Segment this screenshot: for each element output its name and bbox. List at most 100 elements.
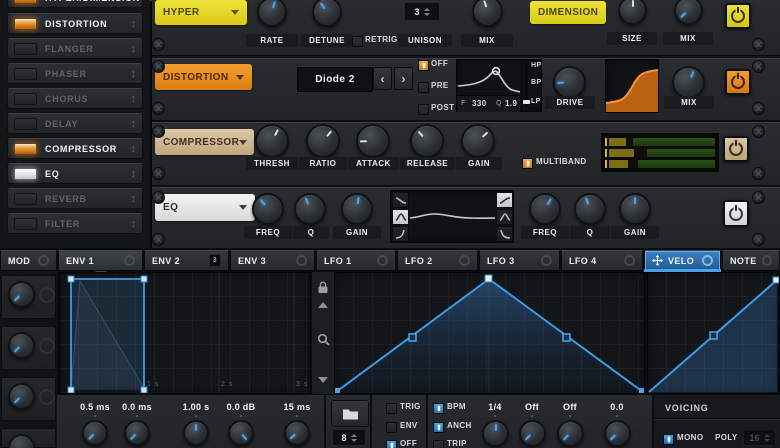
lfo1-shape[interactable] bbox=[335, 273, 644, 393]
drag-handle-icon[interactable]: ↕ bbox=[131, 68, 137, 80]
env-attack-knob[interactable] bbox=[82, 420, 108, 446]
lfo-off-checkbox[interactable] bbox=[386, 440, 397, 448]
drag-handle-icon[interactable]: ↕ bbox=[131, 143, 137, 155]
eq-q-knob-1[interactable] bbox=[294, 193, 326, 225]
mod-amount-knob[interactable] bbox=[8, 383, 35, 410]
lfo-trig-checkbox[interactable] bbox=[386, 403, 397, 414]
filter-lp-label[interactable]: LP bbox=[531, 98, 541, 105]
mod-amount-knob[interactable] bbox=[8, 434, 35, 448]
compressor-attack-knob[interactable] bbox=[356, 124, 390, 158]
eq-band1-peak-button[interactable] bbox=[392, 209, 409, 225]
mod-amount-knob[interactable] bbox=[8, 281, 35, 308]
velo-display[interactable] bbox=[647, 272, 780, 394]
tab-lfo1[interactable]: LFO 1 bbox=[316, 250, 396, 271]
compressor-ratio-knob[interactable] bbox=[306, 124, 340, 158]
mod-slot[interactable] bbox=[1, 275, 56, 319]
tab-lfo4[interactable]: LFO 4 bbox=[561, 250, 643, 271]
distortion-filter-pre-checkbox[interactable] bbox=[418, 82, 429, 93]
voicing-mono-checkbox[interactable] bbox=[663, 434, 674, 445]
stepper-arrows-icon[interactable] bbox=[350, 433, 357, 442]
eq-gain-knob-1[interactable] bbox=[341, 193, 373, 225]
lfo-smooth-knob[interactable] bbox=[557, 420, 584, 447]
tab-env1[interactable]: ENV 1 bbox=[58, 250, 143, 271]
filter-type-selector[interactable]: HP BP LP bbox=[521, 60, 543, 111]
lfo-grid-stepper[interactable]: 8 bbox=[332, 429, 366, 446]
distortion-power-button[interactable] bbox=[725, 69, 751, 95]
compressor-section-label[interactable]: COMPRESSOR bbox=[155, 129, 254, 155]
dimension-size-knob[interactable] bbox=[618, 0, 647, 25]
stepper-arrows-icon[interactable] bbox=[763, 433, 770, 442]
filter-freq-value[interactable]: 330 bbox=[472, 99, 487, 108]
fx-item-reverb[interactable]: REVERB ↕ bbox=[7, 188, 143, 209]
lfo-delay-knob[interactable] bbox=[519, 420, 546, 447]
eq-display[interactable] bbox=[390, 190, 514, 243]
mod-slot[interactable] bbox=[1, 326, 56, 370]
filter-type-slider-handle[interactable] bbox=[523, 100, 530, 104]
fx-enable-led[interactable] bbox=[14, 67, 37, 80]
dimension-section-label[interactable]: DIMENSION bbox=[530, 1, 606, 24]
eq-curve[interactable] bbox=[410, 192, 495, 242]
folder-button[interactable] bbox=[331, 400, 369, 427]
drag-handle-icon[interactable]: ↕ bbox=[131, 168, 137, 180]
drag-handle-icon[interactable]: ↕ bbox=[131, 18, 137, 30]
env-sustain-knob[interactable] bbox=[228, 420, 254, 446]
fx-item-flanger[interactable]: FLANGER ↕ bbox=[7, 38, 143, 59]
fx-item-delay[interactable]: DELAY ↕ bbox=[7, 113, 143, 134]
eq-band1-highpass-button[interactable] bbox=[392, 226, 409, 242]
filter-q-value[interactable]: 1.9 bbox=[505, 99, 517, 108]
tab-note[interactable]: NOTE bbox=[722, 250, 780, 271]
env1-curve[interactable] bbox=[60, 273, 310, 393]
distortion-preset-select[interactable]: Diode 2 bbox=[297, 67, 373, 92]
fx-item-phaser[interactable]: PHASER ↕ bbox=[7, 63, 143, 84]
distortion-filter-off-checkbox[interactable] bbox=[418, 60, 429, 71]
tab-mod[interactable]: MOD bbox=[0, 250, 57, 271]
zoom-icon[interactable] bbox=[316, 332, 330, 346]
fx-item-filter[interactable]: FILTER ↕ bbox=[7, 213, 143, 234]
lock-icon[interactable] bbox=[316, 280, 330, 295]
tab-env3[interactable]: ENV 3 bbox=[230, 250, 315, 271]
lfo-phase-value[interactable]: 0.0 bbox=[592, 402, 642, 412]
hyper-rate-knob[interactable] bbox=[257, 0, 287, 27]
fx-enable-led[interactable] bbox=[14, 192, 37, 205]
filter-hp-label[interactable]: HP bbox=[531, 62, 542, 69]
lfo-smooth-value[interactable]: Off bbox=[545, 402, 595, 412]
eq-section-label[interactable]: EQ bbox=[155, 194, 255, 221]
fx-enable-led[interactable] bbox=[14, 42, 37, 55]
eq-freq-knob-2[interactable] bbox=[529, 193, 561, 225]
chevron-up-icon[interactable] bbox=[318, 302, 328, 308]
fx-enable-led[interactable] bbox=[14, 117, 37, 130]
fx-item-eq[interactable]: EQ ↕ bbox=[7, 163, 143, 184]
lfo1-display[interactable] bbox=[334, 272, 645, 394]
hyper-unison-stepper[interactable]: 3 bbox=[404, 2, 440, 21]
hyper-section-label[interactable]: HYPER bbox=[155, 0, 247, 25]
drag-handle-icon[interactable]: ↕ bbox=[148, 0, 154, 4]
eq-band2-shelf-button[interactable] bbox=[496, 192, 513, 208]
eq-q-knob-2[interactable] bbox=[574, 193, 606, 225]
distortion-drive-knob[interactable] bbox=[553, 66, 586, 99]
env-hold-value[interactable]: 0.0 ms bbox=[112, 402, 162, 412]
velo-curve[interactable] bbox=[648, 273, 779, 393]
chevron-down-icon[interactable] bbox=[318, 377, 328, 383]
env-hold-knob[interactable] bbox=[124, 420, 150, 446]
compressor-power-button[interactable] bbox=[723, 136, 749, 162]
eq-band2-lowpass-button[interactable] bbox=[496, 226, 513, 242]
lfo-anch-checkbox[interactable] bbox=[433, 422, 444, 433]
eq-band1-shelf-button[interactable] bbox=[392, 192, 409, 208]
fx-item-compressor[interactable]: COMPRESSOR ↕ bbox=[7, 138, 143, 159]
distortion-section-label[interactable]: DISTORTION bbox=[155, 64, 252, 90]
eq-power-button[interactable] bbox=[723, 200, 749, 227]
tab-velo[interactable]: VELO bbox=[644, 250, 721, 271]
fx-item-hyper-dimension[interactable]: HYPER/DIMENSION ↕ bbox=[7, 0, 154, 8]
filter-bp-label[interactable]: BP bbox=[531, 79, 542, 86]
env-release-knob[interactable] bbox=[284, 420, 310, 446]
lfo-trip-checkbox[interactable] bbox=[433, 440, 444, 448]
fx-enable-led[interactable] bbox=[14, 217, 37, 230]
drag-handle-icon[interactable]: ↕ bbox=[131, 43, 137, 55]
fx-item-distortion[interactable]: DISTORTION ↕ bbox=[7, 13, 143, 34]
fx-enable-led[interactable] bbox=[14, 92, 37, 105]
filter-curve[interactable] bbox=[458, 61, 520, 94]
hyper-retrig-checkbox[interactable] bbox=[352, 36, 363, 47]
fx-enable-led[interactable] bbox=[14, 142, 37, 155]
voicing-poly-stepper[interactable]: 16 bbox=[743, 429, 776, 446]
fx-item-chorus[interactable]: CHORUS ↕ bbox=[7, 88, 143, 109]
